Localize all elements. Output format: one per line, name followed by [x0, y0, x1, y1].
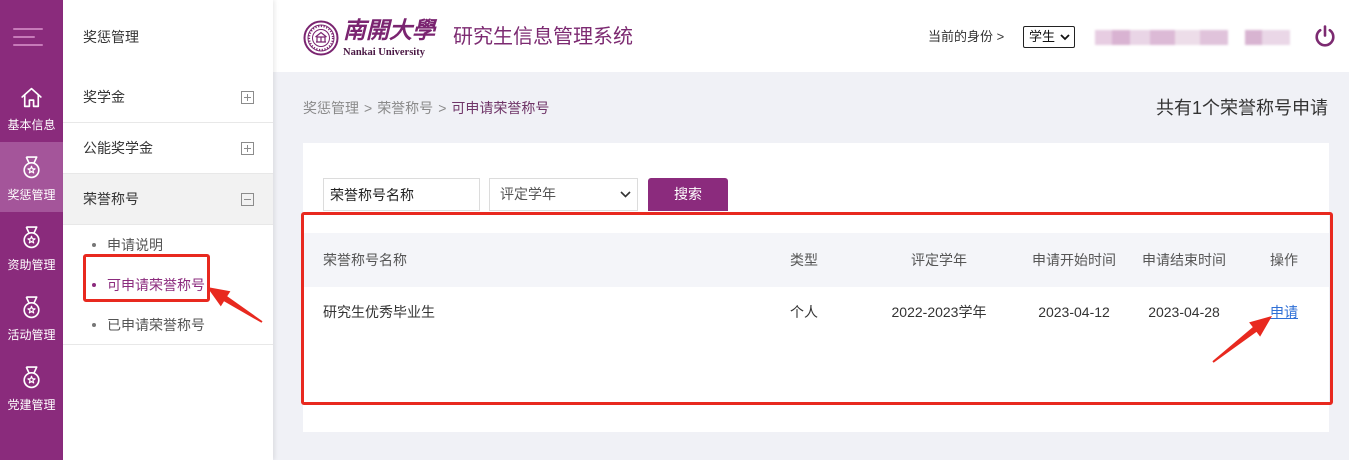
identity-select-value: 学生: [1029, 29, 1056, 44]
power-logout-icon[interactable]: [1313, 24, 1337, 48]
honor-name-search-input[interactable]: [323, 178, 480, 211]
breadcrumb-item[interactable]: 奖惩管理: [303, 100, 359, 116]
module-rail: 基本信息 奖惩管理 资助管理 活动管理 党建管理: [0, 0, 63, 460]
column-header: 申请开始时间: [1032, 252, 1116, 268]
rail-item-label: 基本信息: [7, 118, 56, 132]
result-count-summary: 共有1个荣誉称号申请: [1155, 98, 1328, 118]
rail-item-label: 资助管理: [7, 258, 56, 272]
bullet-dot: [92, 323, 96, 327]
submenu-item-applied-honors[interactable]: 已申请荣誉称号: [63, 305, 273, 345]
medal-icon: [19, 225, 44, 250]
submenu-item-available-honors[interactable]: 可申请荣誉称号: [63, 265, 273, 305]
menu-group-label: 奖学金: [83, 89, 125, 105]
action-cell: 申请: [1250, 287, 1329, 337]
university-seal-logo: [303, 20, 339, 56]
medal-icon: [19, 155, 44, 180]
top-header: 南開大學 Nankai University 研究生信息管理系统 当前的身份 >…: [273, 0, 1349, 72]
type-cell: 个人: [790, 304, 818, 320]
home-icon: [19, 85, 44, 110]
rail-item-basic-info[interactable]: 基本信息: [0, 72, 63, 142]
menu-group-gongneng-scholarship[interactable]: 公能奖学金: [63, 123, 273, 174]
menu-group-honor-titles[interactable]: 荣誉称号: [63, 174, 273, 225]
submenu-item-application-notes[interactable]: 申请说明: [63, 225, 273, 265]
user-name-blurred: [1095, 30, 1290, 45]
academic-year-cell: 2022-2023学年: [891, 304, 987, 320]
menu-toggle-icon[interactable]: [13, 28, 43, 46]
column-header: 操作: [1270, 252, 1298, 268]
medal-icon: [19, 365, 44, 390]
rail-item-label: 奖惩管理: [7, 188, 56, 202]
bullet-dot: [92, 243, 96, 247]
menu-group-scholarship[interactable]: 奖学金: [63, 72, 273, 123]
column-header: 申请结束时间: [1142, 252, 1226, 268]
medal-icon: [19, 295, 44, 320]
breadcrumb: 奖惩管理 > 荣誉称号 > 可申请荣誉称号: [303, 99, 549, 117]
rail-item-activities[interactable]: 活动管理: [0, 282, 63, 352]
chevron-down-icon: [1060, 34, 1070, 41]
breadcrumb-separator: >: [364, 100, 373, 116]
expand-plus-icon[interactable]: [241, 142, 254, 155]
start-date-cell: 2023-04-12: [1038, 304, 1110, 320]
logo-chinese-wordmark: 南開大學: [343, 18, 435, 43]
submenu-item-label: 申请说明: [107, 237, 163, 253]
breadcrumb-separator: >: [438, 100, 447, 116]
menu-group-label: 公能奖学金: [83, 140, 153, 156]
breadcrumb-item[interactable]: 荣誉称号: [377, 100, 433, 116]
identity-select[interactable]: 学生: [1023, 26, 1075, 48]
identity-label: 当前的身份 >: [928, 29, 1005, 44]
year-select-value: 评定学年: [500, 186, 556, 202]
menu-group-label: 荣誉称号: [83, 191, 139, 207]
rail-item-aid[interactable]: 资助管理: [0, 212, 63, 282]
secondary-menu: 奖惩管理 奖学金 公能奖学金 荣誉称号 申请说明 可申请荣誉称号 已申请荣誉称号: [63, 0, 273, 460]
column-header: 评定学年: [911, 252, 967, 268]
breadcrumb-current: 可申请荣誉称号: [451, 100, 550, 116]
honor-titles-table: 荣誉称号名称 类型 评定学年 申请开始时间 申请结束时间 操作 研究生优秀毕业生…: [303, 233, 1329, 337]
expand-plus-icon[interactable]: [241, 91, 254, 104]
chevron-down-icon: [620, 191, 631, 198]
rail-item-label: 活动管理: [7, 328, 56, 342]
table-row: 研究生优秀毕业生 个人 2022-2023学年 2023-04-12 2023-…: [303, 287, 1329, 337]
column-header: 荣誉称号名称: [323, 252, 407, 268]
rail-item-label: 党建管理: [7, 398, 56, 412]
honor-titles-submenu: 申请说明 可申请荣誉称号 已申请荣誉称号: [63, 225, 273, 345]
search-button[interactable]: 搜索: [648, 178, 728, 211]
submenu-item-label: 可申请荣誉称号: [107, 277, 205, 293]
collapse-minus-icon[interactable]: [241, 193, 254, 206]
year-select[interactable]: 评定学年: [489, 178, 638, 211]
submenu-title: 奖惩管理: [83, 29, 139, 45]
table-header-row: 荣誉称号名称 类型 评定学年 申请开始时间 申请结束时间 操作: [303, 233, 1329, 287]
rail-item-rewards[interactable]: 奖惩管理: [0, 142, 63, 212]
submenu-item-label: 已申请荣誉称号: [107, 317, 205, 333]
rail-item-party[interactable]: 党建管理: [0, 352, 63, 422]
apply-link[interactable]: 申请: [1270, 304, 1298, 320]
system-title: 研究生信息管理系统: [453, 26, 633, 48]
column-header: 类型: [790, 252, 818, 268]
end-date-cell: 2023-04-28: [1148, 304, 1220, 320]
honor-name-cell: 研究生优秀毕业生: [323, 304, 435, 320]
logo-english-wordmark: Nankai University: [343, 47, 425, 58]
bullet-dot: [92, 283, 96, 287]
